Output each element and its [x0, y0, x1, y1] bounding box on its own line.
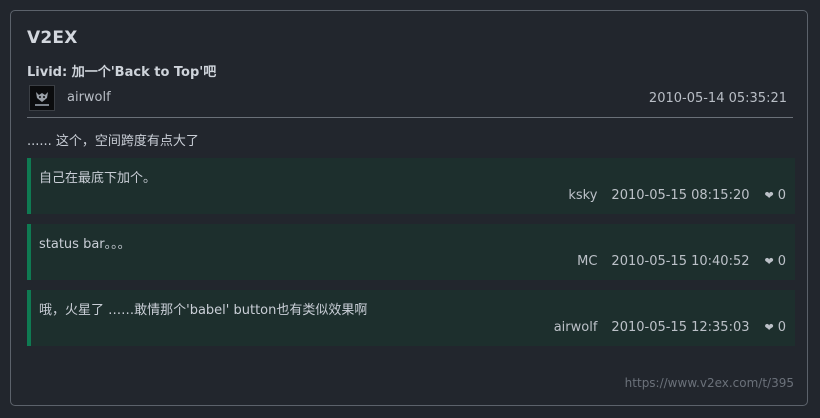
topic-time: 2010-05-14 05:35:21 — [648, 91, 787, 106]
reply-user[interactable]: ksky — [568, 188, 597, 203]
reply-item: status bar。。。 MC 2010-05-15 10:40:52 ❤ 0 — [27, 224, 795, 280]
topic-card: V2EX Livid: 加一个'Back to Top'吧 airwolf 20… — [10, 10, 808, 406]
divider — [27, 117, 793, 118]
reply-user[interactable]: MC — [577, 254, 597, 269]
topic-title[interactable]: Livid: 加一个'Back to Top'吧 — [27, 61, 216, 80]
heart-icon[interactable]: ❤ — [765, 189, 774, 202]
reply-time: 2010-05-15 10:40:52 — [611, 254, 750, 269]
wolf-avatar-icon — [30, 86, 54, 110]
reply-likes: 0 — [777, 254, 786, 269]
site-name[interactable]: V2EX — [27, 28, 78, 48]
reply-text: status bar。。。 — [39, 237, 131, 252]
reply-text: 自己在最底下加个。 — [39, 171, 157, 186]
reply-likes: 0 — [777, 188, 786, 203]
heart-icon[interactable]: ❤ — [765, 255, 774, 268]
topic-content: ...... 这个，空间跨度有点大了 — [27, 134, 199, 149]
avatar[interactable] — [29, 85, 55, 111]
reply-meta: ksky 2010-05-15 08:15:20 ❤ 0 — [568, 188, 786, 203]
topic-author[interactable]: airwolf — [67, 90, 111, 105]
reply-meta: MC 2010-05-15 10:40:52 ❤ 0 — [577, 254, 786, 269]
reply-item: 哦，火星了 ……敢情那个'babel' button也有类似效果啊 airwol… — [27, 290, 795, 346]
reply-text: 哦，火星了 ……敢情那个'babel' button也有类似效果啊 — [39, 303, 368, 318]
heart-icon[interactable]: ❤ — [765, 321, 774, 334]
reply-user[interactable]: airwolf — [554, 320, 598, 335]
topic-url-link[interactable]: https://www.v2ex.com/t/395 — [625, 376, 794, 390]
reply-meta: airwolf 2010-05-15 12:35:03 ❤ 0 — [554, 320, 786, 335]
reply-likes: 0 — [777, 320, 786, 335]
reply-time: 2010-05-15 12:35:03 — [611, 320, 750, 335]
reply-time: 2010-05-15 08:15:20 — [611, 188, 750, 203]
reply-list: 自己在最底下加个。 ksky 2010-05-15 08:15:20 ❤ 0 s… — [27, 158, 795, 356]
reply-item: 自己在最底下加个。 ksky 2010-05-15 08:15:20 ❤ 0 — [27, 158, 795, 214]
